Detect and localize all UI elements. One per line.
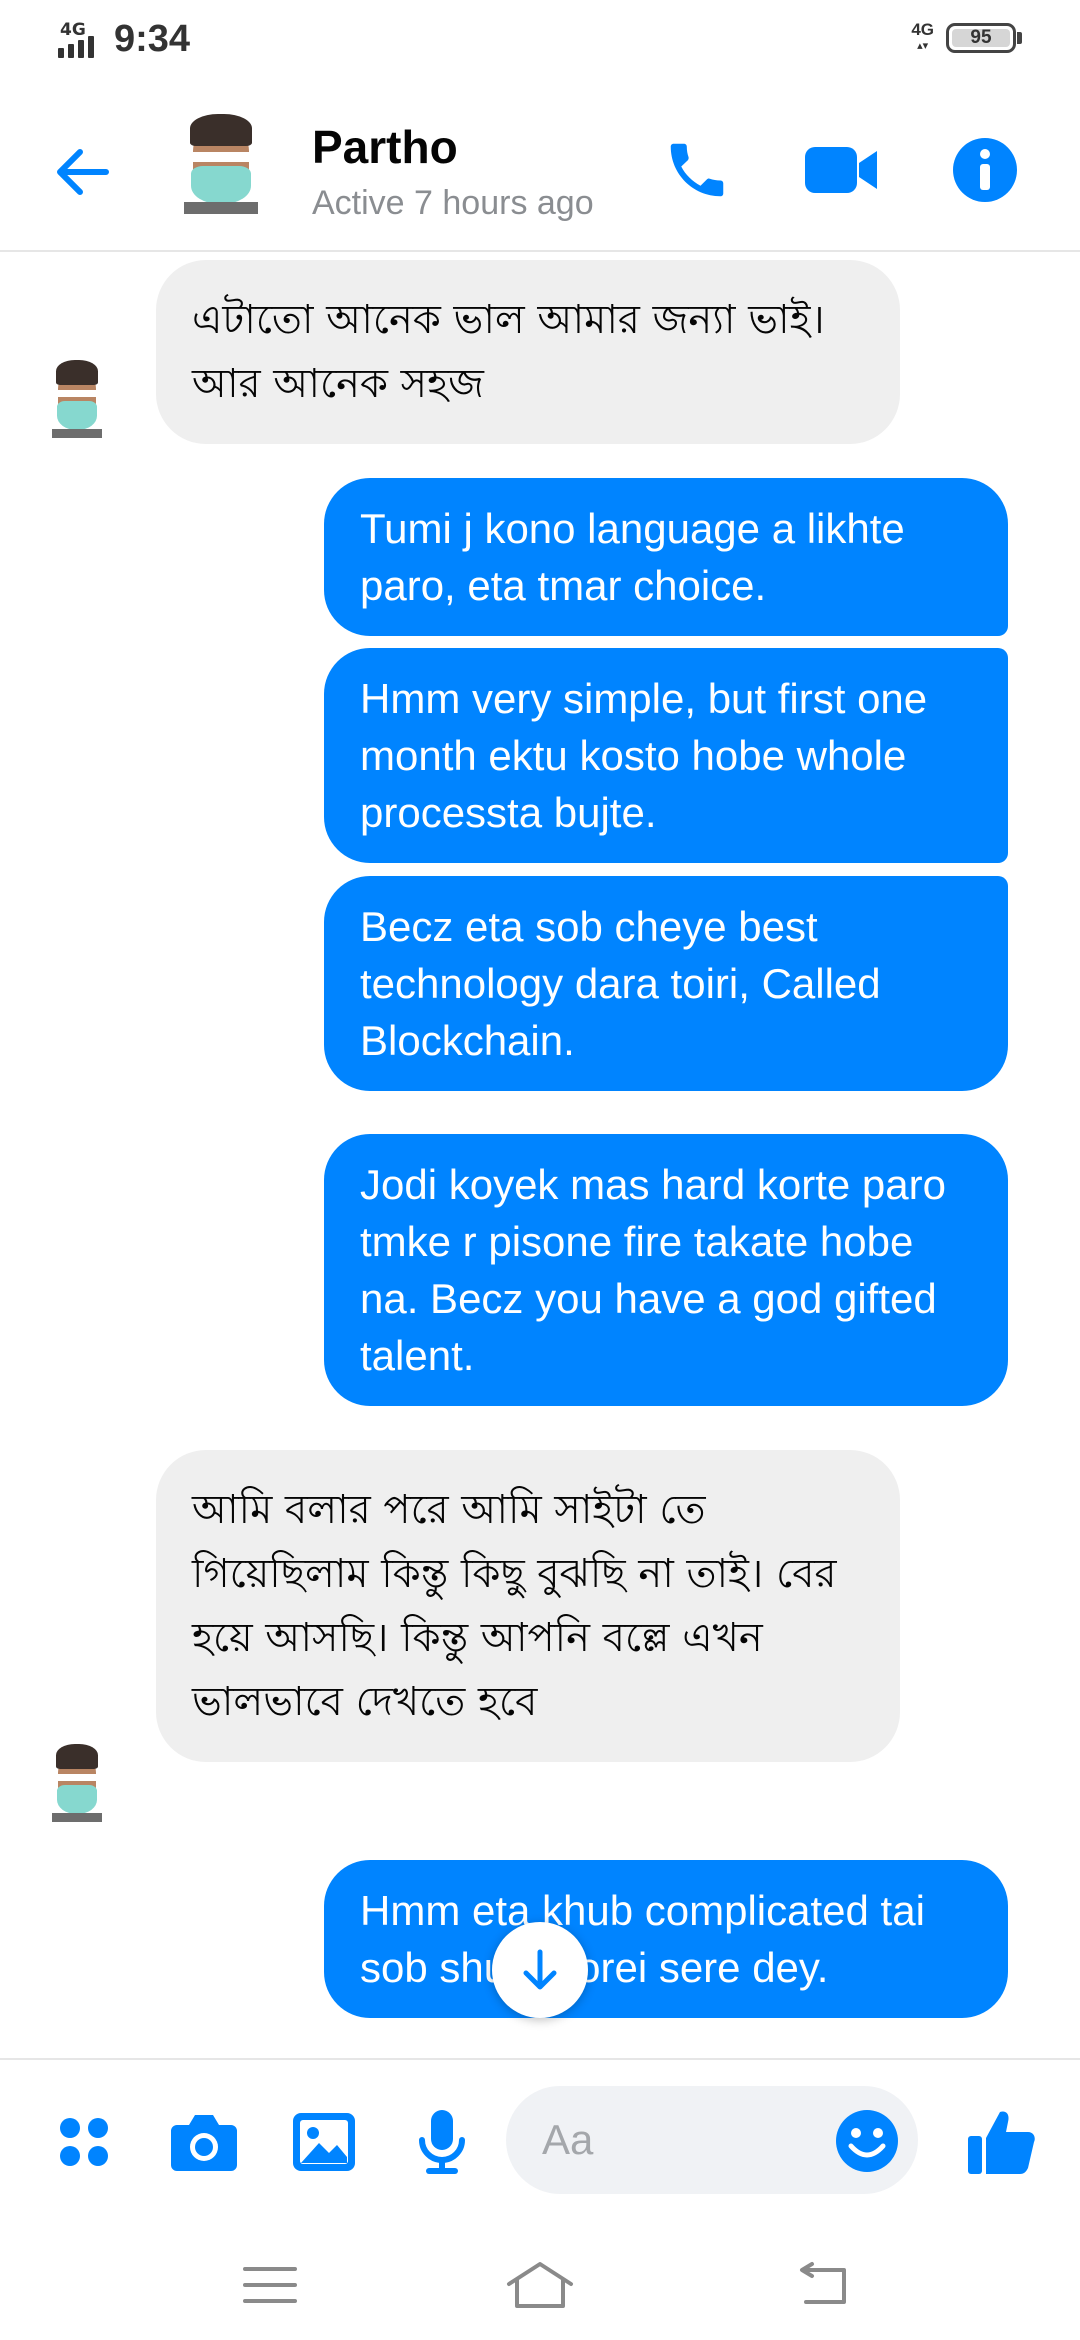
emoji-icon [836,2110,898,2172]
status-right: 4G ▴▾ 95 [911,20,1022,54]
camera-icon [171,2115,237,2171]
home-button[interactable] [490,2240,590,2330]
emoji-button[interactable] [832,2106,902,2176]
message-bubble-outgoing[interactable]: Becz eta sob cheye best technology dara … [324,876,1008,1091]
video-camera-icon [805,147,877,193]
signal-bars [58,35,94,58]
battery-icon: 95 [946,23,1016,53]
microphone-icon [419,2110,465,2174]
status-left: 4G 9:34 [58,18,190,61]
network-indicator: 4G ▴▾ [911,20,934,54]
contact-status: Active 7 hours ago [312,184,594,222]
message-bubble-incoming[interactable]: আমি বলার পরে আমি সাইটা তে গিয়েছিলাম কিন… [156,1450,900,1762]
call-button[interactable] [652,128,742,212]
info-icon [953,138,1017,202]
back-button[interactable] [40,130,124,214]
signal-icon: 4G [58,20,108,60]
home-icon [507,2262,573,2308]
info-button[interactable] [940,128,1030,212]
message-input-placeholder: Aa [542,2116,594,2163]
phone-icon [670,143,724,197]
contact-name[interactable]: Partho [312,120,458,174]
like-button[interactable] [960,2100,1044,2184]
battery-level: 95 [970,27,992,48]
apps-grid-icon [60,2118,108,2166]
arrow-down-icon [523,1949,557,1990]
message-list[interactable]: এটাতো আনেক ভাল আমার জন্যা ভাই। আর আনেক স… [0,254,1080,2058]
message-bubble-outgoing[interactable]: Hmm very simple, but first one month ekt… [324,648,1008,863]
apps-button[interactable] [42,2100,126,2184]
thumbs-up-icon [968,2111,1035,2174]
message-bubble-outgoing[interactable]: Jodi koyek mas hard korte paro tmke r pi… [324,1134,1008,1406]
message-bubble-outgoing[interactable]: Tumi j kono language a likhte paro, eta … [324,478,1008,636]
message-composer: Aa [0,2058,1080,2218]
message-bubble-outgoing[interactable]: Hmm eta khub complicated tai sob shuru k… [324,1860,1008,2018]
back-icon [800,2262,846,2304]
clock: 9:34 [114,18,191,60]
system-nav-bar [0,2220,1080,2340]
signal-bar [78,39,84,58]
contact-avatar[interactable] [184,114,258,214]
system-back-button[interactable] [774,2240,874,2330]
voice-message-button[interactable] [400,2100,484,2184]
signal-bar [58,47,64,58]
signal-bar [68,43,74,58]
recent-apps-button[interactable] [220,2240,320,2330]
message-input[interactable]: Aa [506,2086,918,2194]
data-arrows-icon: ▴▾ [917,40,929,52]
gallery-icon [293,2113,355,2171]
scroll-to-bottom-button[interactable] [492,1922,588,2018]
gallery-button[interactable] [282,2100,366,2184]
sender-avatar[interactable] [52,1744,102,1822]
sender-avatar[interactable] [52,360,102,438]
camera-button[interactable] [162,2100,246,2184]
network-type-right: 4G [911,20,934,39]
battery-tip [1017,32,1022,44]
chat-header: Partho Active 7 hours ago [0,84,1080,252]
message-bubble-incoming[interactable]: এটাতো আনেক ভাল আমার জন্যা ভাই। আর আনেক স… [156,260,900,444]
back-arrow-icon [57,149,109,195]
menu-icon [243,2267,297,2303]
signal-bar [88,35,94,58]
video-call-button[interactable] [796,128,886,212]
status-bar: 4G 9:34 4G ▴▾ 95 [0,0,1080,84]
